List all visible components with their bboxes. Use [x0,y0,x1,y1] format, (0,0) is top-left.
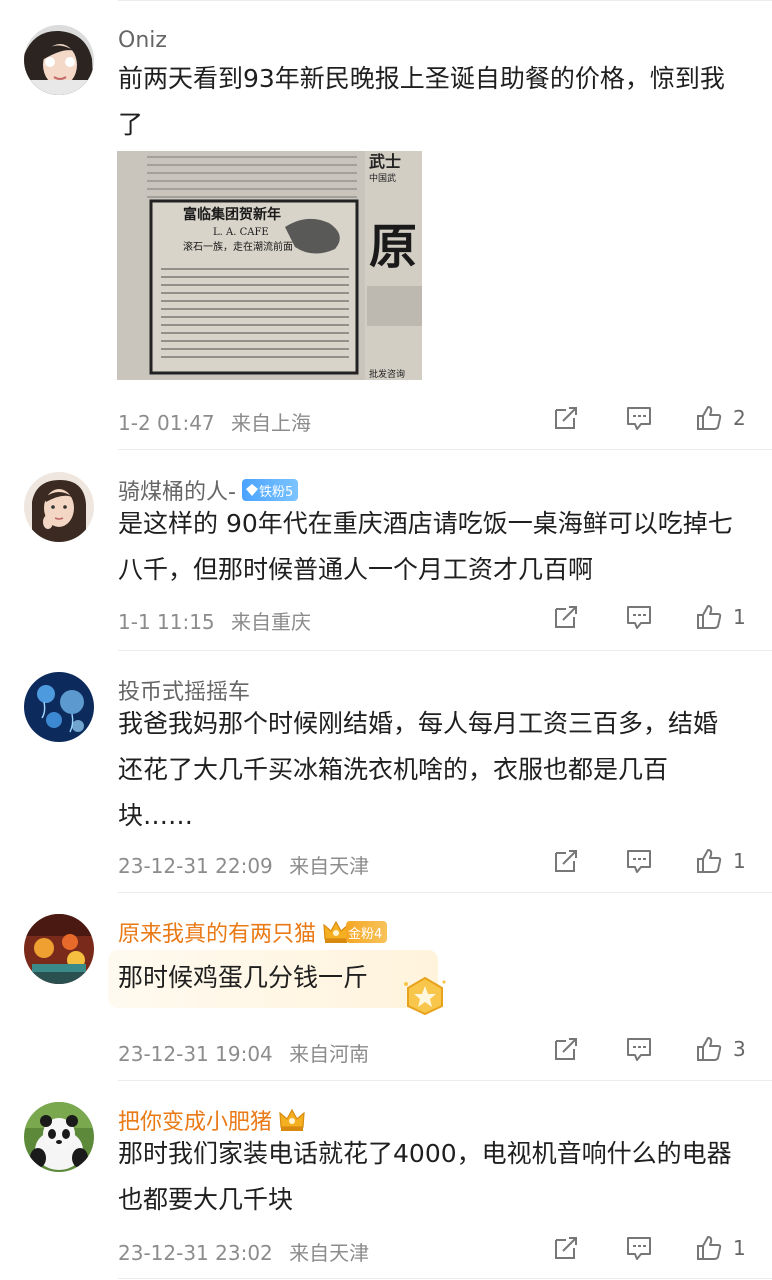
comment-icon [627,1237,651,1260]
comment-meta: 23-12-31 23:02 来自天津 [118,1237,369,1266]
comment-meta: 1-1 11:15 来自重庆 [118,606,311,635]
comment-text: 是这样的 90年代在重庆酒店请吃饭一桌海鲜可以吃掉七八千，但那时候普通人一个月工… [118,509,733,584]
timestamp: 1-1 11:15 [118,610,215,634]
comment-divider [118,1278,772,1279]
avatar[interactable] [24,472,94,542]
comment-divider [118,892,772,893]
newspaper-photo: 富临集团贺新年 L. A. CAFE 滚石一族，走在潮流前面 武士 中国武 原 … [117,151,422,380]
reply-button[interactable] [625,846,653,876]
location: 来自天津 [289,1241,370,1265]
reply-button[interactable] [625,403,653,433]
like-count: 3 [733,1037,746,1061]
like-button[interactable]: 3 [695,1034,746,1064]
comment-meta: 1-2 01:47 来自上海 [118,407,311,436]
avatar[interactable] [24,914,94,984]
like-count: 1 [733,849,746,873]
fan-badge-label: 铁粉5 [258,484,294,500]
comment-icon [627,850,651,873]
reply-button[interactable] [625,1034,653,1064]
user-name[interactable]: 原来我真的有两只猫 金粉4 [118,916,388,948]
side-big-char: 原 [369,219,417,275]
ad-heading: 富临集团贺新年 [183,206,281,223]
share-button[interactable] [552,1034,580,1064]
timestamp: 1-2 01:47 [118,411,215,435]
ad-slogan: 滚石一族，走在潮流前面 [183,240,293,253]
thumbs-up-icon [697,605,722,629]
user-name[interactable]: Oniz [118,28,167,53]
comment-icon [627,407,651,430]
comment-icon [627,1038,651,1061]
fan-badge-label: 金粉4 [348,926,383,942]
location: 来自河南 [289,1042,370,1066]
thumbs-up-icon [697,406,722,430]
comment-actions: 1 [552,602,752,632]
comment-icon [627,606,651,629]
timestamp: 23-12-31 23:02 [118,1241,273,1265]
diamond-icon [245,484,258,496]
side-subline: 中国武 [369,172,396,184]
comment-actions: 1 [552,846,752,876]
comment-text: 前两天看到93年新民晚报上圣诞自助餐的价格，惊到我了 [118,64,725,139]
comment-meta: 23-12-31 19:04 来自河南 [118,1038,369,1067]
share-icon [555,1237,577,1259]
avatar[interactable] [24,672,94,742]
location: 来自重庆 [231,610,312,634]
medal-icon [404,976,446,1016]
location: 来自天津 [289,854,370,878]
timestamp: 23-12-31 22:09 [118,854,273,878]
fan-badge[interactable]: 铁粉5 [241,479,299,501]
comment-meta: 23-12-31 22:09 来自天津 [118,850,369,879]
thumbs-up-icon [697,849,722,873]
location: 来自上海 [231,411,312,435]
avatar[interactable] [24,1102,94,1172]
timestamp: 23-12-31 19:04 [118,1042,273,1066]
share-button[interactable] [552,602,580,632]
like-button[interactable]: 1 [695,1233,746,1263]
share-icon [555,606,577,628]
fan-badge[interactable]: 金粉4 [346,921,388,943]
reply-button[interactable] [625,1233,653,1263]
side-footer: 批发咨询 [369,368,405,380]
share-icon [555,850,577,872]
comment-divider [118,1080,772,1081]
comment-text: 我爸我妈那个时候刚结婚，每人每月工资三百多，结婚还花了大几千买冰箱洗衣机啥的，衣… [118,709,719,830]
like-count: 1 [733,605,746,629]
share-button[interactable] [552,1233,580,1263]
like-button[interactable]: 2 [695,403,746,433]
comment-item: Oniz 前两天看到93年新民晚报上圣诞自助餐的价格，惊到我了 富临集团贺新年 … [0,0,772,450]
like-button[interactable]: 1 [695,846,746,876]
side-headline: 武士 [369,152,401,171]
user-name-label[interactable]: Oniz [118,28,167,53]
comment-divider [118,650,772,651]
crown-icon [279,1108,305,1131]
like-count: 1 [733,1236,746,1260]
reply-button[interactable] [625,602,653,632]
like-count: 2 [733,406,746,430]
share-icon [555,1038,577,1060]
thumbs-up-icon [697,1037,722,1061]
share-icon [555,407,577,429]
ad-subheading: L. A. CAFE [213,227,269,238]
user-name-label[interactable]: 原来我真的有两只猫 [118,916,316,948]
share-button[interactable] [552,403,580,433]
comment-actions: 1 [552,1233,752,1263]
comment-divider [118,449,772,450]
share-button[interactable] [552,846,580,876]
comment-actions: 2 [552,403,752,433]
thumbs-up-icon [697,1236,722,1260]
comment-text: 那时我们家装电话就花了4000，电视机音响什么的电器也都要大几千块 [118,1139,732,1214]
attached-image[interactable]: 富临集团贺新年 L. A. CAFE 滚石一族，走在潮流前面 武士 中国武 原 … [117,151,422,380]
comment-actions: 3 [552,1034,752,1064]
like-button[interactable]: 1 [695,602,746,632]
avatar[interactable] [24,25,94,95]
